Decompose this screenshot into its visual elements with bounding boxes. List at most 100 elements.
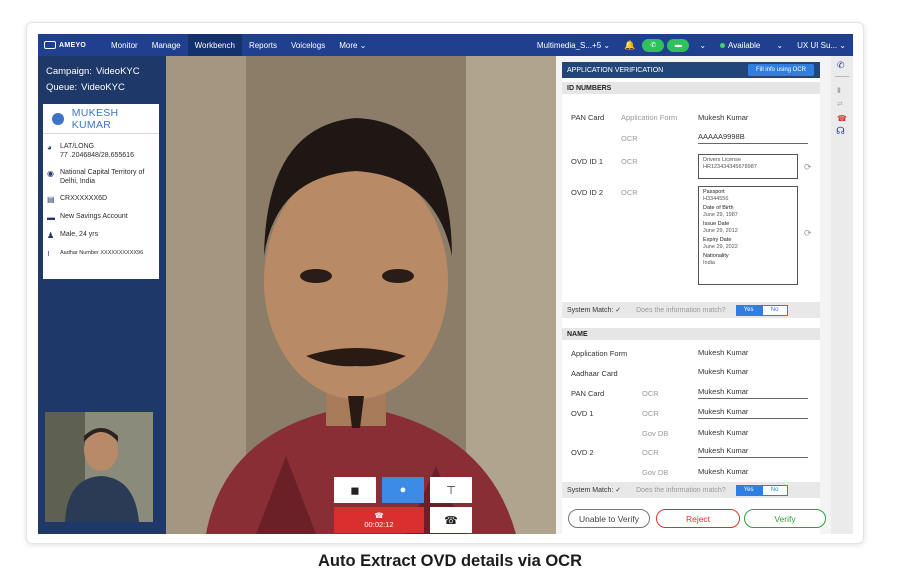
fingerprint-icon: ≀ [47,249,50,258]
top-nav: AMEYO Monitor Manage Workbench Reports V… [38,34,853,56]
call-timer: 00:02:12 [364,520,394,529]
campaign-selector[interactable]: Multimedia_S...+5 ⌄ [530,34,617,56]
latlong-value: 77 .2046848/28.655616 [60,151,134,159]
status-selector[interactable]: Available ⌄ [713,34,790,56]
phone-toggle-icon[interactable]: ✆ [642,38,665,52]
panel-header: APPLICATION VERIFICATION Fill info using … [562,62,820,78]
hold-call-icon[interactable]: ☎ [430,507,472,533]
nav-monitor[interactable]: Monitor [104,34,145,56]
campaign-value: VideoKYC [95,66,140,77]
name-row-label: OVD 1 [571,409,594,418]
name-row-source: Gov DB [642,468,669,477]
campaign-label: Campaign: [46,66,92,77]
headset-icon[interactable]: ☊ [836,126,845,137]
id-match-yes-button[interactable]: Yes [735,304,762,316]
passport-value: H3344556 [703,196,729,202]
name-system-match: System Match: ✓ Does the information mat… [562,482,820,498]
status-dot [720,42,726,48]
hangup-icon[interactable]: ☎ [837,114,847,123]
panel-title: APPLICATION VERIFICATION [567,66,664,74]
name-row-label: Aadhaar Card [571,369,618,378]
app-window: AMEYO Monitor Manage Workbench Reports V… [38,34,853,534]
ameyo-logo: AMEYO [38,34,98,56]
name-row-label: PAN Card [571,389,605,398]
bell-icon[interactable]: 🔔 [617,34,642,56]
nav-manage[interactable]: Manage [145,34,188,56]
nav-reports[interactable]: Reports [242,34,284,56]
nationality-key: Nationality [703,253,729,259]
name-match-no-button[interactable]: No [761,484,788,496]
issue-date-key: Issue Date [703,221,730,227]
ovd1-refresh-icon[interactable]: ⟳ [804,162,812,173]
queue-line: Queue: VideoKYC [38,82,125,93]
camera-off-icon[interactable]: ◼ [334,477,376,503]
account-id-value: CRXXXXXX6D [60,195,108,202]
ovd2-refresh-icon[interactable]: ⟳ [804,228,812,239]
agent-self-view [45,412,153,522]
pan-app-form-label: Application Form [621,113,678,122]
id-numbers-section: ID NUMBERS [562,82,820,94]
queue-label: Queue: [46,82,78,93]
ovd1-label: OVD ID 1 [571,157,604,166]
ovd1-doc-number: HR123434345678987 [703,164,757,170]
location-value: National Capital Territory of Delhi, Ind… [60,169,145,185]
person-icon: ♟ [47,231,55,240]
name-row-source: Gov DB [642,429,669,438]
customer-info-card: MUKESH KUMAR ◕ LAT/LONG 77 .2046848/28.655… [43,104,159,279]
name-match-question: Does the information match? [636,486,726,494]
id-match-no-button[interactable]: No [761,304,788,316]
name-match-yes-button[interactable]: Yes [735,484,762,496]
pan-label: PAN Card [571,113,605,122]
toolbar-divider [835,76,849,77]
chat-toggle-icon[interactable]: ▬ [667,38,690,52]
user-menu[interactable]: UX UI Su... ⌄ [790,34,853,56]
queue-value: VideoKYC [81,82,125,93]
document-icon: ▤ [47,195,55,204]
ovd1-ocr-box[interactable]: Drivers License HR123434345678987 [698,154,798,179]
name-row-value: Mukesh Kumar [698,367,749,376]
nav-workbench[interactable]: Workbench [187,34,242,56]
reject-button[interactable]: Reject [656,509,740,528]
hold-icon[interactable]: ▮ [837,86,841,94]
end-call-button[interactable]: ☎ 00:02:12 [334,507,424,533]
customer-video-image [166,56,556,534]
latlong-row: ◕ LAT/LONG 77 .2046848/28.655616 [43,143,159,160]
end-call-icon: ☎ [374,511,384,520]
id-match-question: Does the information match? [636,306,726,314]
name-section: NAME [562,328,820,340]
customer-header: MUKESH KUMAR [43,104,159,134]
location-row: ◉ National Capital Territory of Delhi, In… [43,169,159,186]
verify-button[interactable]: Verify [744,509,826,528]
status-chevron-icon[interactable]: ⌄ [692,34,713,56]
latlong-label: LAT/LONG [60,143,95,150]
name-row-value[interactable]: Mukesh Kumar [698,407,808,419]
nav-voicelogs[interactable]: Voicelogs [284,34,332,56]
account-type-value: New Savings Account [60,213,128,220]
name-row-label: OVD 2 [571,448,594,457]
name-row-source: OCR [642,409,659,418]
pan-ocr-value[interactable]: AAAAA9998B [698,132,808,144]
aadhar-value: Aadhar Number XXXXXXXXXX96 [60,250,144,256]
name-row-value: Mukesh Kumar [698,348,749,357]
microphone-icon[interactable]: ● [382,477,424,503]
dob-value: June 29, 1987 [703,212,738,218]
name-row-value[interactable]: Mukesh Kumar [698,446,808,458]
name-row-value[interactable]: Mukesh Kumar [698,387,808,399]
transfer-icon[interactable]: ⇄ [837,100,843,108]
phone-icon[interactable]: ✆ [837,60,845,71]
customer-sidebar: Campaign: VideoKYC Queue: VideoKYC MUKESH … [38,56,166,534]
ovd1-doc-type: Drivers License [703,157,741,163]
ovd2-ocr-box[interactable]: Passport H3344556 Date of Birth June 29,… [698,186,798,285]
nav-more[interactable]: More ⌄ [332,34,373,56]
name-row-source: OCR [642,448,659,457]
ovd1-ocr-label: OCR [621,157,638,166]
unable-to-verify-button[interactable]: Unable to Verify [568,509,650,528]
name-row-source: OCR [642,389,659,398]
verification-panel: APPLICATION VERIFICATION Fill info using … [562,62,820,534]
status-label: Available [728,40,761,50]
minimize-icon[interactable]: ⊤ [430,477,472,503]
passport-key: Passport [703,189,725,195]
fill-ocr-button[interactable]: Fill info using OCR [747,64,814,76]
right-toolbar: ✆ ▮ ⇄ ☎ ☊ [831,56,853,534]
id-system-match: System Match: ✓ Does the information mat… [562,302,820,318]
